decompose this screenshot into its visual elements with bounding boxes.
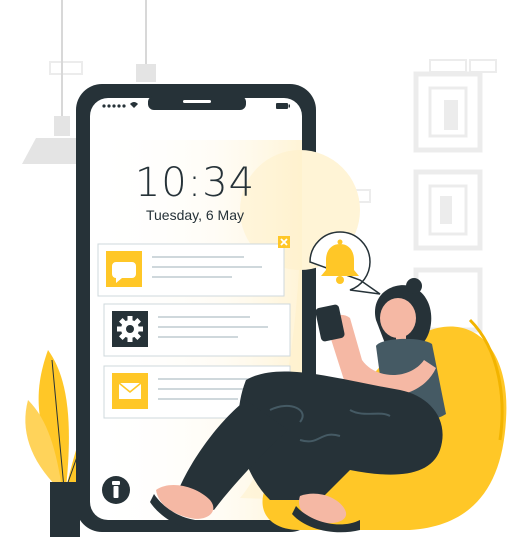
- hanging-lamp-right: [136, 0, 156, 82]
- envelope-icon: [118, 382, 142, 399]
- bell-notification-bubble: [309, 231, 381, 295]
- gear-icon: [117, 316, 143, 342]
- lockscreen-date: Tuesday, 6 May: [145, 207, 245, 223]
- notification-card-message[interactable]: [97, 236, 290, 297]
- notification-card-settings[interactable]: [103, 303, 291, 357]
- illustration: [22, 0, 507, 537]
- flashlight-button[interactable]: [102, 476, 130, 504]
- lockscreen-time: 10:34: [134, 160, 256, 206]
- dismiss-notification-icon[interactable]: [278, 236, 290, 248]
